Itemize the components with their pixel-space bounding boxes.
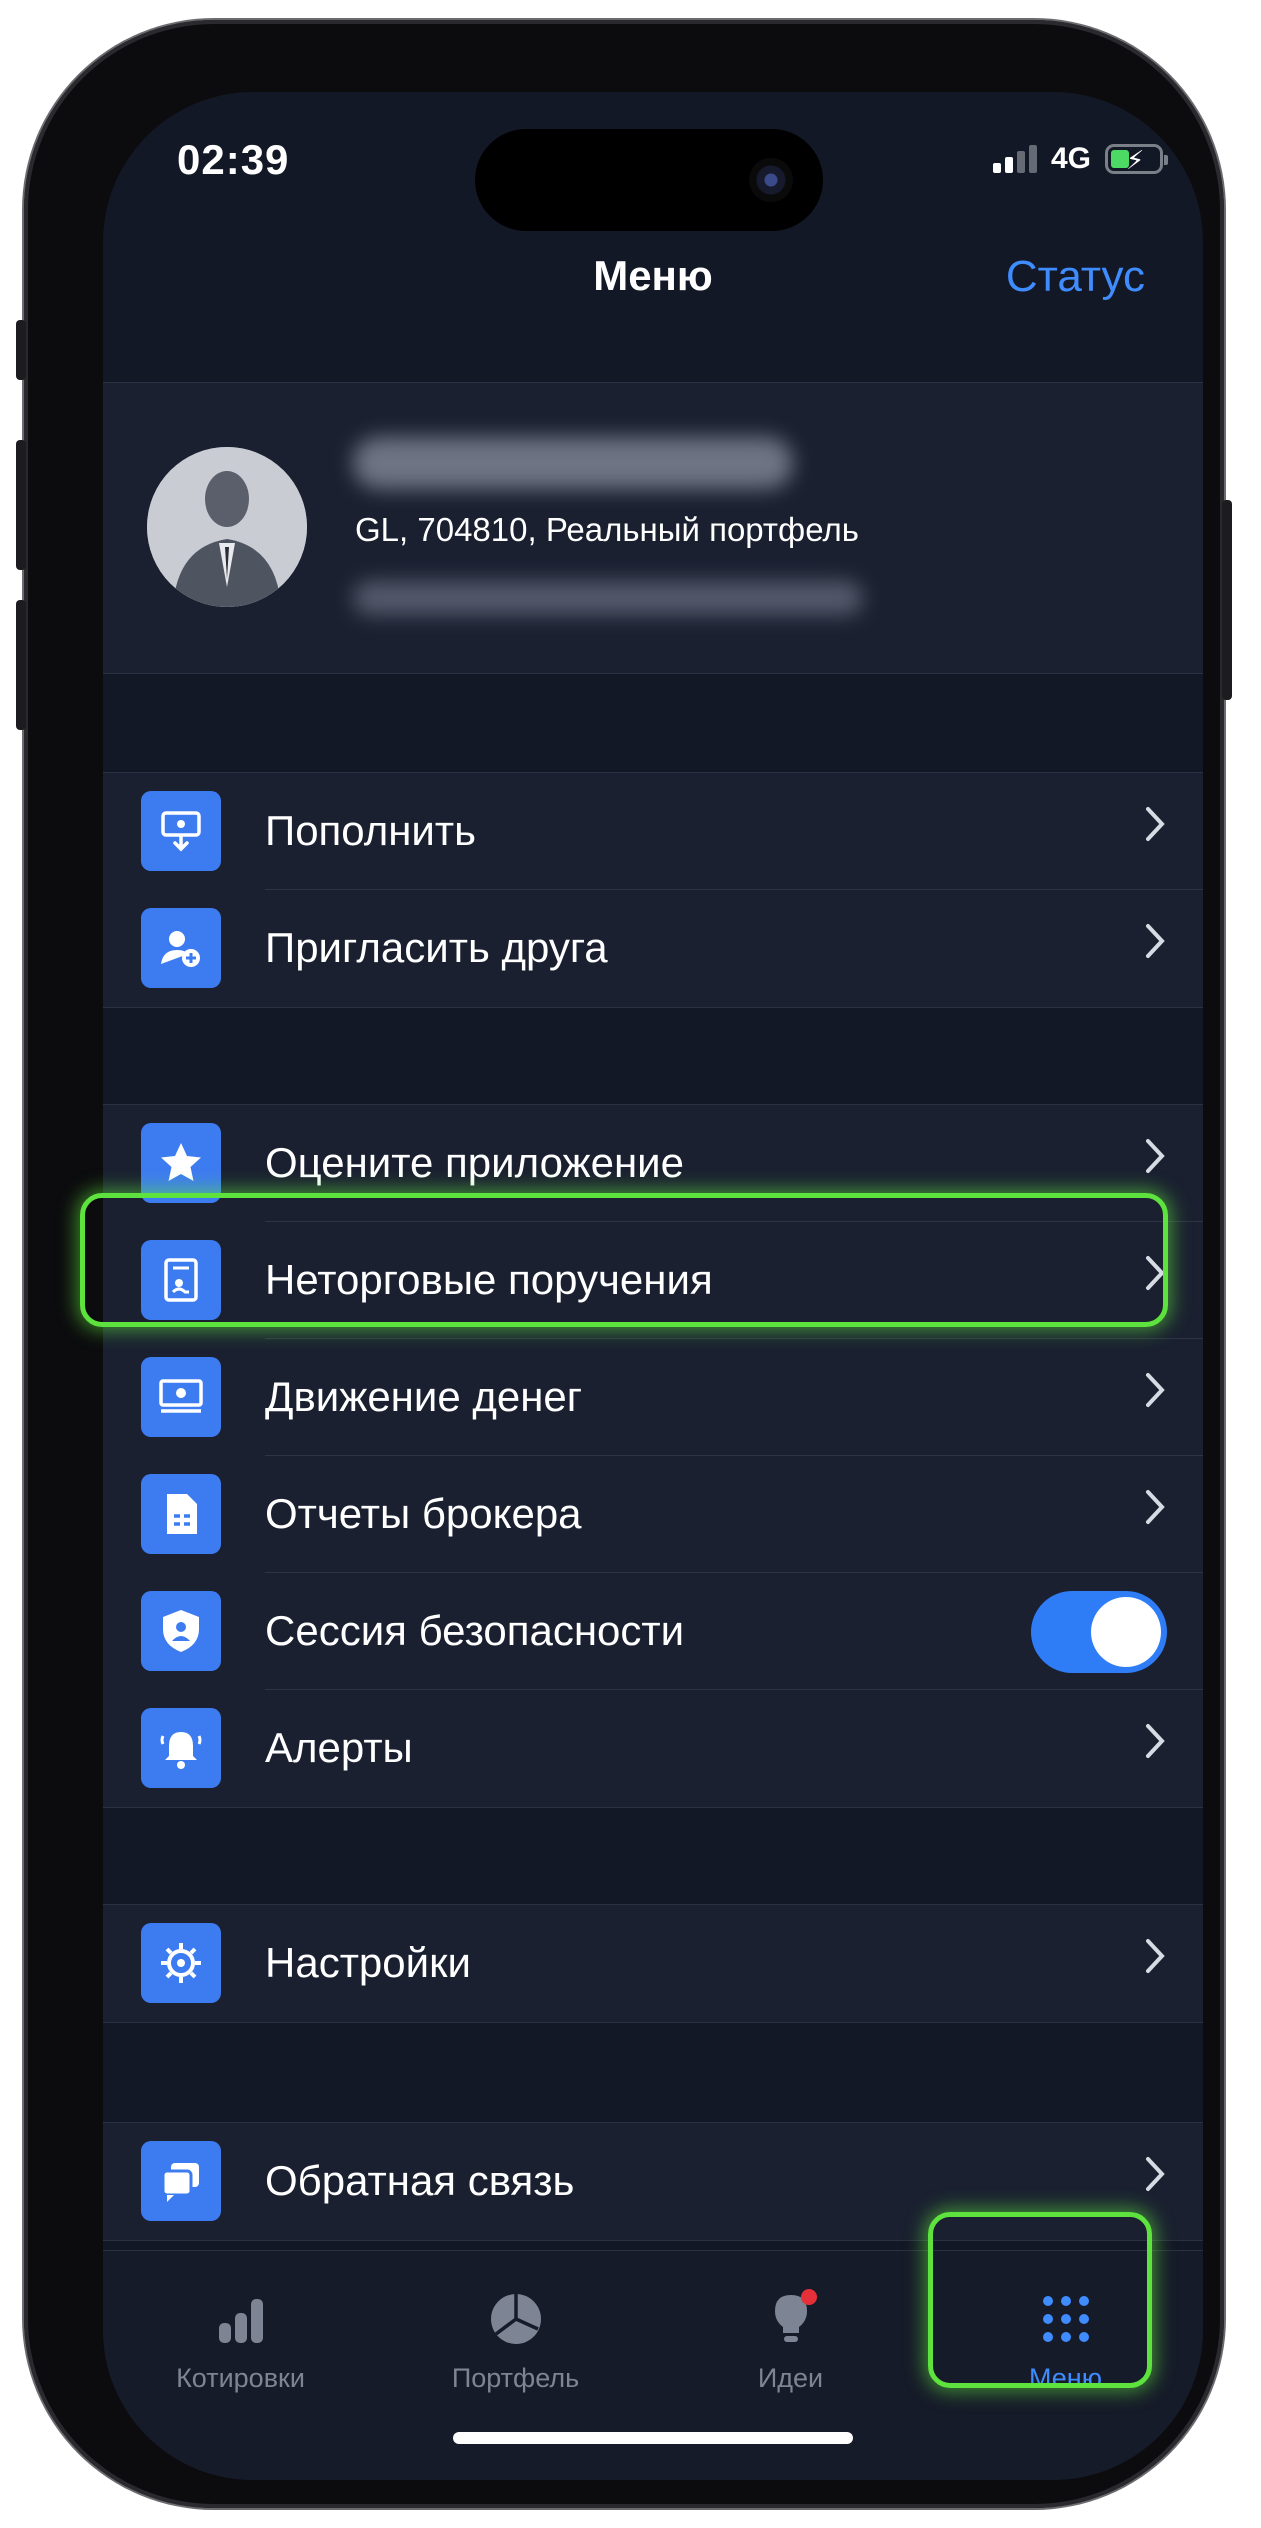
menu-item-label: Пригласить друга bbox=[265, 924, 608, 971]
user-name-blurred bbox=[353, 437, 793, 489]
bell-icon bbox=[141, 1708, 221, 1788]
pie-chart-icon bbox=[490, 2294, 541, 2344]
tab-ideas[interactable]: Идеи bbox=[653, 2251, 928, 2401]
tab-portfolio[interactable]: Портфель bbox=[378, 2251, 653, 2401]
highlight-tab-menu bbox=[928, 2212, 1152, 2388]
avatar bbox=[147, 447, 307, 607]
home-indicator[interactable] bbox=[453, 2432, 853, 2444]
chevron-right-icon bbox=[1146, 1724, 1165, 1758]
chevron-right-icon bbox=[1146, 807, 1165, 841]
menu-item-invite-friend[interactable]: Пригласить друга bbox=[103, 890, 1203, 1007]
menu-item-alerts[interactable]: Алерты bbox=[103, 1690, 1203, 1807]
deposit-icon bbox=[141, 791, 221, 871]
menu-item-label: Настройки bbox=[265, 1939, 471, 1986]
report-icon bbox=[141, 1474, 221, 1554]
profile-card[interactable]: GL, 704810, Реальный портфель bbox=[103, 382, 1203, 674]
dynamic-island bbox=[475, 129, 823, 231]
status-indicators: 4G ⚡ bbox=[992, 142, 1168, 176]
menu-item-settings[interactable]: Настройки bbox=[103, 1905, 1203, 2022]
power-button bbox=[1222, 500, 1232, 700]
menu-item-label: Пополнить bbox=[265, 807, 477, 854]
star-icon bbox=[141, 1123, 221, 1203]
feedback-icon bbox=[141, 2141, 221, 2221]
menu-group-settings: Настройки bbox=[103, 1904, 1203, 2023]
gear-icon bbox=[141, 1923, 221, 2003]
tab-label: Идеи bbox=[757, 2363, 824, 2393]
chevron-right-icon bbox=[1146, 1139, 1165, 1173]
menu-group-funding: Пополнить Пригласить друга bbox=[103, 772, 1203, 1008]
status-link[interactable]: Статус bbox=[1006, 252, 1145, 302]
menu-item-label: Обратная связь bbox=[265, 2157, 575, 2204]
lightbulb-icon bbox=[774, 2289, 817, 2342]
invite-friend-icon bbox=[141, 908, 221, 988]
person-silhouette-icon bbox=[147, 447, 307, 607]
money-icon bbox=[141, 1357, 221, 1437]
chevron-right-icon bbox=[1146, 1373, 1165, 1407]
security-session-toggle[interactable] bbox=[1031, 1591, 1167, 1673]
notification-badge bbox=[800, 2289, 817, 2305]
account-line: GL, 704810, Реальный портфель bbox=[355, 511, 859, 548]
menu-item-label: Отчеты брокера bbox=[265, 1490, 582, 1537]
status-time: 02:39 bbox=[177, 136, 290, 183]
menu-item-money-movement[interactable]: Движение денег bbox=[103, 1339, 1203, 1456]
menu-item-label: Алерты bbox=[265, 1724, 413, 1771]
chevron-right-icon bbox=[1146, 1939, 1165, 1973]
user-email-blurred bbox=[353, 581, 863, 615]
tab-label: Котировки bbox=[176, 2363, 305, 2393]
chevron-right-icon bbox=[1146, 924, 1165, 958]
menu-item-label: Сессия безопасности bbox=[265, 1607, 685, 1654]
menu-item-security-session: Сессия безопасности bbox=[103, 1573, 1203, 1690]
volume-down-button bbox=[16, 600, 26, 730]
menu-item-deposit[interactable]: Пополнить bbox=[103, 773, 1203, 890]
menu-item-label: Оцените приложение bbox=[265, 1139, 684, 1186]
chevron-right-icon bbox=[1146, 2157, 1165, 2191]
camera-icon bbox=[749, 158, 793, 202]
highlight-non-trading-orders bbox=[80, 1193, 1168, 1327]
battery-icon: ⚡ bbox=[1105, 144, 1168, 175]
signal-icon bbox=[992, 145, 1037, 173]
tab-label: Портфель bbox=[451, 2363, 580, 2393]
tab-quotes[interactable]: Котировки bbox=[103, 2251, 378, 2401]
menu-item-broker-reports[interactable]: Отчеты брокера bbox=[103, 1456, 1203, 1573]
mute-switch bbox=[16, 320, 26, 380]
quotes-icon bbox=[218, 2299, 263, 2343]
volume-up-button bbox=[16, 440, 26, 570]
network-type: 4G bbox=[1050, 142, 1091, 175]
shield-icon bbox=[141, 1591, 221, 1671]
menu-item-label: Движение денег bbox=[265, 1373, 583, 1420]
chevron-right-icon bbox=[1146, 1490, 1165, 1524]
